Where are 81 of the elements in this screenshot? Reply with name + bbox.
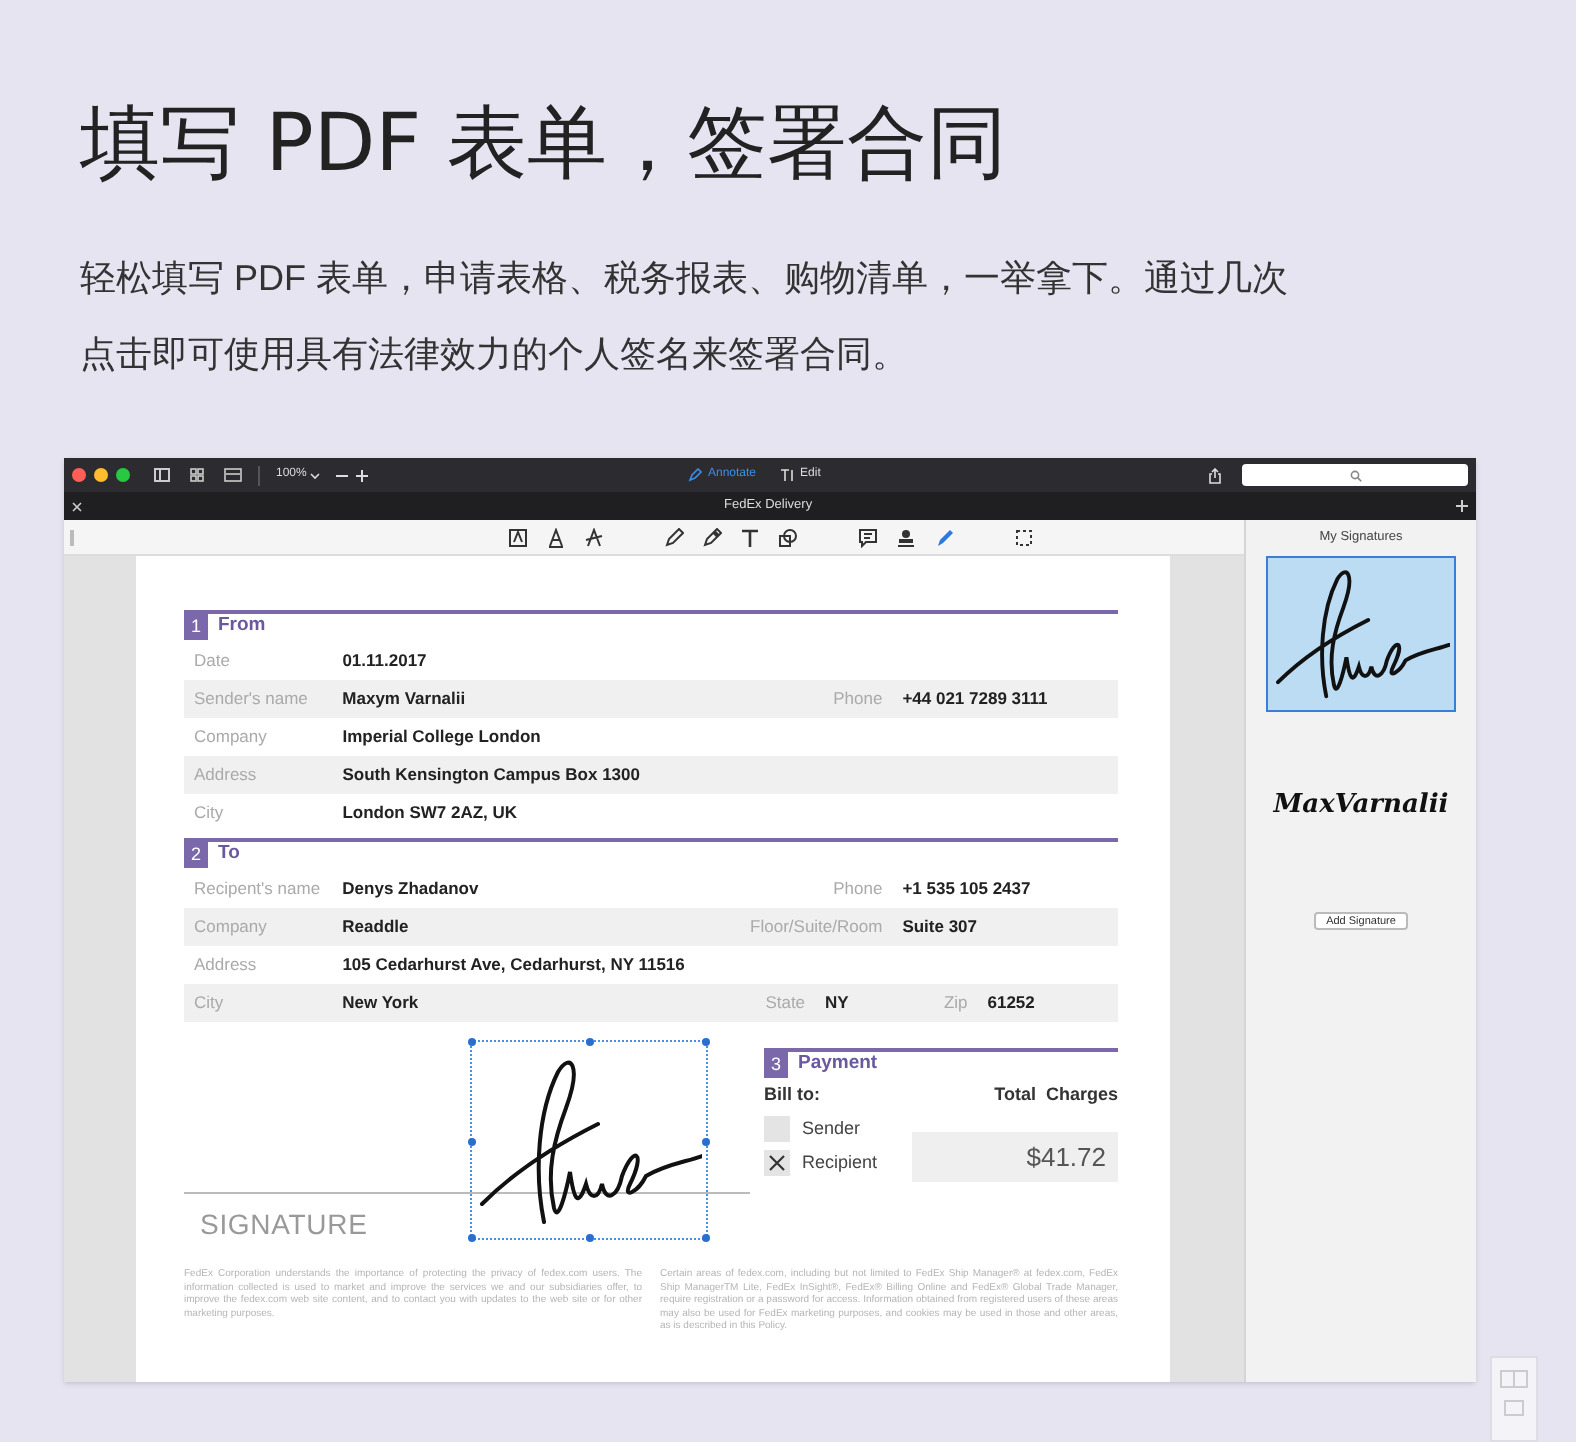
field-label: Address (194, 952, 259, 978)
placed-signature[interactable] (470, 1040, 708, 1240)
field-value: 01.11.2017 (342, 648, 429, 674)
field-value: +44 021 7289 3111 (902, 686, 1050, 712)
field-value: New York (342, 990, 421, 1016)
field-value: Readdle (342, 914, 411, 940)
share-icon[interactable] (1208, 467, 1222, 483)
section-number: 1 (184, 614, 208, 640)
stamp-icon[interactable] (896, 528, 916, 548)
field-label: Date (194, 648, 232, 674)
shapes-icon[interactable] (778, 528, 798, 548)
total-charges-label: Total Charges (994, 1082, 1118, 1108)
resize-handle[interactable] (468, 1038, 476, 1046)
field-label: Phone (831, 876, 885, 902)
checkbox[interactable] (764, 1115, 790, 1142)
pages-icon (1500, 1370, 1528, 1388)
grid-view-icon[interactable] (190, 468, 204, 482)
field-value: Suite 307 (902, 914, 980, 940)
checkbox[interactable] (764, 1150, 790, 1177)
field-label: State (763, 990, 808, 1016)
field-value: London SW7 2AZ, UK (342, 800, 520, 826)
resize-handle[interactable] (468, 1138, 476, 1146)
field-label: Phone (831, 686, 885, 712)
field-label: Sender's name (194, 686, 310, 712)
field-value: NY (825, 990, 851, 1016)
field-value: South Kensington Campus Box 1300 (342, 762, 642, 788)
section-number: 2 (184, 842, 208, 868)
resize-handle[interactable] (702, 1234, 710, 1242)
field-label: City (194, 800, 226, 826)
page-layout-icon[interactable] (224, 468, 242, 482)
font-icon[interactable] (546, 528, 566, 548)
field-label: Zip (941, 990, 970, 1016)
sidebar-toggle-icon[interactable] (154, 468, 170, 482)
pencil-icon[interactable] (664, 528, 684, 548)
resize-handle[interactable] (586, 1234, 594, 1242)
resize-handle[interactable] (586, 1038, 594, 1046)
intro-paragraph: 轻松填写 PDF 表单，申请表格、税务报表、购物清单，一举拿下。通过几次点击即可使用具有法律效力的个人签名来签署合同。 (80, 256, 1291, 378)
caret-icon[interactable] (310, 471, 321, 479)
resize-handle[interactable] (702, 1038, 710, 1046)
text-style-icon[interactable] (508, 528, 528, 548)
field-value: Denys Zhadanov (342, 876, 481, 902)
field-label: Recipent's name (194, 876, 323, 902)
field-label: City (194, 990, 226, 1016)
section-title: From (218, 612, 266, 641)
text-cursor-icon (780, 468, 795, 482)
field-label: Floor/Suite/Room (748, 914, 885, 940)
option-label: Recipient (802, 1150, 878, 1176)
eraser-icon[interactable] (702, 528, 722, 548)
section-title: To (218, 840, 240, 869)
new-tab-icon[interactable] (1456, 500, 1468, 512)
field-label: Company (194, 914, 269, 940)
field-value: Imperial College London (342, 724, 543, 750)
zoom-in-icon[interactable] (356, 469, 369, 481)
selection-icon[interactable] (1014, 528, 1034, 548)
search-field[interactable] (1242, 464, 1468, 486)
signature-label: SIGNATURE (200, 1206, 368, 1244)
total-amount: $41.72 (912, 1131, 1118, 1181)
typed-signature: MaxVarnalii (1273, 788, 1449, 824)
signature-card[interactable]: MaxVarnalii (1266, 727, 1456, 884)
field-value: Maxym Varnalii (342, 686, 468, 712)
section-title: Payment (798, 1050, 878, 1079)
page-icon (1504, 1400, 1524, 1416)
field-label: Company (194, 724, 269, 750)
pen-icon (688, 468, 702, 482)
option-label: Sender (802, 1115, 861, 1141)
field-value: 61252 (987, 990, 1037, 1016)
search-icon (1349, 469, 1361, 481)
fountain-pen-icon[interactable] (934, 528, 954, 548)
page-heading: 填写 PDF 表单，签署合同 (80, 96, 1009, 194)
zoom-out-icon[interactable] (336, 469, 349, 481)
bill-to-label: Bill to: (764, 1082, 820, 1108)
resize-handle[interactable] (702, 1138, 710, 1146)
field-value: +1 535 105 2437 (902, 876, 1033, 902)
text-tool-icon[interactable] (740, 528, 760, 548)
strikethrough-icon[interactable] (584, 528, 604, 548)
field-value: 105 Cedarhurst Ave, Cedarhurst, NY 11516 (342, 952, 687, 978)
resize-handle[interactable] (468, 1234, 476, 1242)
comment-icon[interactable] (858, 528, 878, 548)
section-number: 3 (764, 1052, 788, 1078)
close-tab-icon[interactable] (72, 501, 82, 511)
field-label: Address (194, 762, 259, 788)
